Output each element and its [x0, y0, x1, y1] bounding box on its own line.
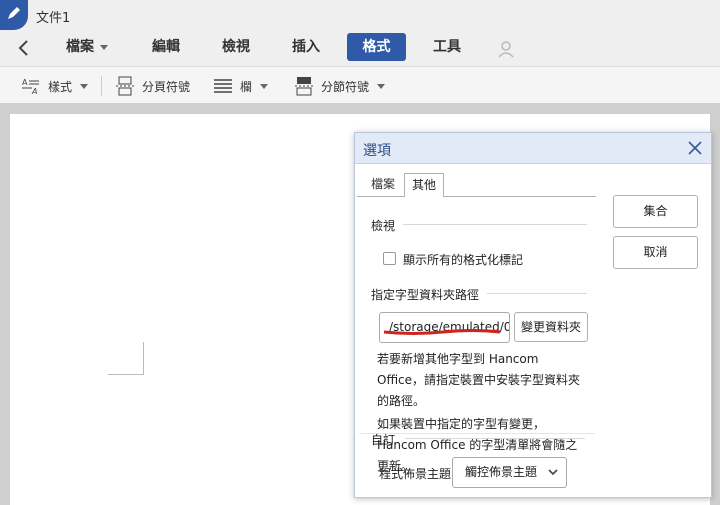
chevron-down-icon: [377, 83, 386, 89]
columns-icon: [214, 79, 232, 93]
apply-button[interactable]: 集合: [613, 195, 698, 228]
section-break-button[interactable]: 分節符號: [295, 75, 386, 97]
theme-select[interactable]: 觸控佈景主題: [452, 457, 567, 488]
user-profile-icon[interactable]: [496, 39, 516, 59]
dialog-header: 選項: [355, 133, 711, 164]
page-break-icon: [116, 76, 134, 96]
section-divider: [403, 224, 587, 225]
text-style-icon: A A: [22, 78, 39, 95]
menu-format[interactable]: 格式: [347, 33, 406, 61]
section-divider: [405, 438, 585, 439]
style-button[interactable]: A A 樣式: [22, 75, 89, 97]
cancel-button[interactable]: 取消: [613, 236, 698, 269]
tab-other[interactable]: 其他: [404, 173, 444, 197]
custom-section-title: 自訂: [371, 433, 396, 447]
font-folder-path-input[interactable]: /storage/emulated/0: [379, 312, 510, 343]
chevron-down-icon: [260, 83, 269, 89]
title-bar: 文件1: [0, 0, 720, 30]
dialog-title: 選項: [363, 143, 391, 159]
app-logo[interactable]: [0, 0, 28, 30]
back-arrow-icon[interactable]: [14, 38, 34, 58]
theme-label: 程式佈景主題: [379, 467, 452, 481]
svg-text:A: A: [22, 78, 28, 87]
format-toolbar: A A 樣式 分頁符號 欄 分節符號: [0, 66, 720, 104]
toolbar-divider: [101, 76, 102, 96]
section-divider: [487, 293, 587, 294]
show-format-marks-label: 顯示所有的格式化標記: [403, 253, 524, 267]
view-section-title: 檢視: [371, 219, 396, 233]
menu-file[interactable]: 檔案: [62, 33, 112, 61]
change-folder-button[interactable]: 變更資料夾: [514, 312, 588, 342]
menu-edit[interactable]: 編輯: [146, 33, 186, 61]
pen-icon: [8, 7, 20, 19]
chevron-down-icon: [80, 83, 89, 89]
page-break-button[interactable]: 分頁符號: [116, 75, 190, 97]
menu-view[interactable]: 檢視: [216, 33, 256, 61]
section-break-icon: [295, 77, 313, 96]
chevron-down-icon: [100, 44, 108, 50]
svg-text:A: A: [31, 87, 37, 95]
page-margin-marker: [108, 342, 144, 375]
columns-button[interactable]: 欄: [214, 75, 269, 97]
options-dialog: 選項 檔案 其他 檢視 顯示所有的格式化標記 指定字型資料夾路徑 /storag…: [354, 132, 712, 498]
red-underline-annotation: [383, 329, 501, 335]
show-format-marks-checkbox[interactable]: [383, 252, 396, 265]
menu-insert[interactable]: 插入: [286, 33, 326, 61]
menu-tools[interactable]: 工具: [427, 33, 467, 61]
chevron-down-icon: [548, 469, 558, 476]
font-path-section-title: 指定字型資料夾路徑: [371, 288, 480, 302]
close-icon[interactable]: [687, 140, 703, 156]
document-title: 文件1: [36, 11, 71, 26]
menu-bar: 檔案 編輯 檢視 插入 格式 工具: [0, 30, 720, 66]
tab-file[interactable]: 檔案: [364, 173, 402, 197]
